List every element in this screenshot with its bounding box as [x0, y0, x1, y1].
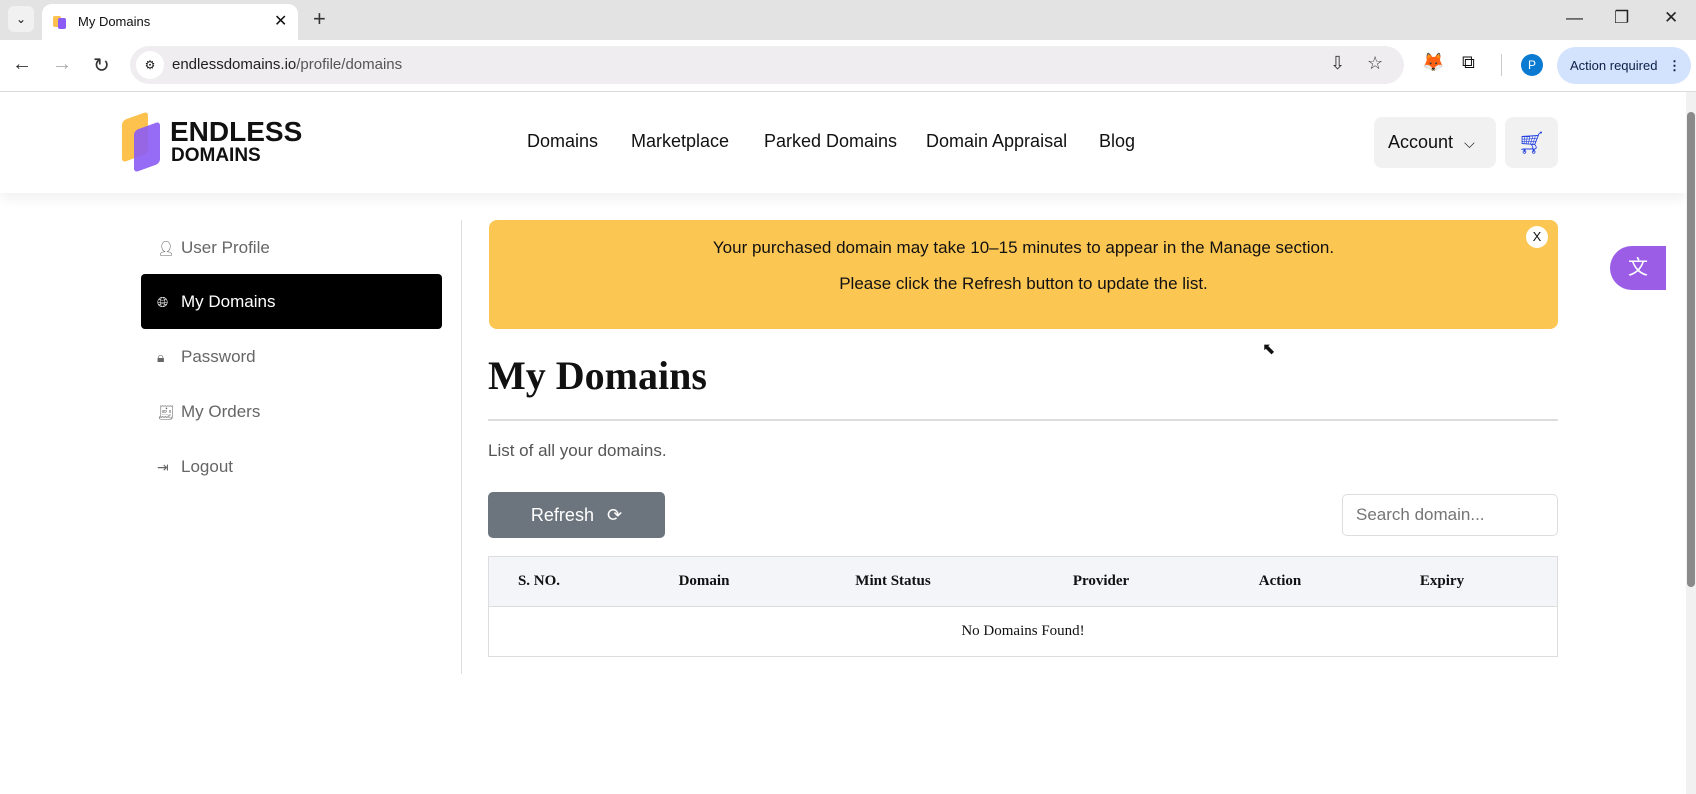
profile-avatar[interactable]: P	[1521, 54, 1543, 76]
column-header-expiry: Expiry	[1419, 573, 1465, 589]
refresh-button[interactable]: Refresh ⟳	[488, 492, 665, 538]
sidebar-item-user-profile[interactable]: 👤︎ User Profile	[157, 220, 442, 275]
close-window-icon[interactable]: ✕	[1664, 8, 1678, 28]
site-info-icon[interactable]: ⚙	[136, 51, 164, 79]
extensions-puzzle-icon[interactable]: ⧉	[1462, 52, 1475, 73]
site-favicon-icon	[53, 16, 66, 29]
sidebar-item-my-domains[interactable]: 🌐︎ My Domains	[141, 274, 442, 329]
action-required-label: Action required	[1570, 58, 1658, 73]
sidebar-item-password[interactable]: 🔒︎ Password	[157, 329, 442, 384]
site-header: ENDLESS DOMAINS Domains Marketplace Park…	[0, 92, 1686, 193]
sidebar-item-label: Logout	[181, 457, 233, 476]
column-header-mint-status: Mint Status	[855, 573, 931, 589]
url-path: /profile/domains	[296, 56, 403, 73]
domains-table: S. NO. Domain Mint Status Provider Actio…	[488, 556, 1558, 657]
minimize-icon[interactable]: —	[1566, 8, 1583, 28]
translate-icon: 文	[1628, 257, 1648, 279]
browser-tab-bar: ⌄ My Domains ✕ + — ❐ ✕	[0, 0, 1696, 40]
cart-icon: 🛒︎	[1517, 130, 1546, 155]
sidebar-item-logout[interactable]: ⇥ Logout	[157, 439, 442, 494]
url-host: endlessdomains.io	[172, 56, 297, 73]
page-subtitle: List of all your domains.	[488, 441, 667, 460]
sidebar-item-label: My Domains	[181, 292, 276, 311]
translate-button[interactable]: 文	[1610, 246, 1666, 290]
logo-mark-purple	[134, 121, 160, 173]
cart-button[interactable]: 🛒︎	[1505, 117, 1558, 168]
toolbar-divider	[1501, 54, 1502, 76]
more-menu-icon[interactable]: ⋮	[1668, 47, 1681, 84]
new-tab-icon[interactable]: +	[313, 6, 326, 32]
address-toolbar: ← → ↻ ⚙ endlessdomains.io/profile/domain…	[0, 40, 1696, 92]
page-title: My Domains	[488, 353, 707, 398]
nav-parked-domains[interactable]: Parked Domains	[764, 131, 897, 152]
reload-icon[interactable]: ↻	[93, 53, 110, 78]
sidebar-item-label: My Orders	[181, 402, 261, 421]
back-icon[interactable]: ←	[12, 53, 32, 76]
mouse-cursor-icon: ⬉	[1262, 341, 1276, 358]
bookmark-star-icon[interactable]: ☆	[1367, 53, 1383, 74]
info-banner: Your purchased domain may take 10–15 min…	[489, 220, 1558, 329]
action-required-button[interactable]: Action required ⋮	[1557, 47, 1691, 84]
logo-text-domains: DOMAINS	[171, 145, 261, 166]
address-bar[interactable]: ⚙ endlessdomains.io/profile/domains ⇩ ☆	[130, 46, 1404, 84]
nav-blog[interactable]: Blog	[1099, 131, 1135, 152]
chevron-down-icon: ⌵	[1464, 135, 1475, 151]
column-header-action: Action	[1258, 573, 1302, 589]
nav-domains[interactable]: Domains	[527, 131, 598, 152]
account-label: Account	[1388, 132, 1454, 152]
tab-title: My Domains	[78, 14, 151, 29]
sidebar-item-label: User Profile	[181, 238, 270, 257]
site-logo[interactable]: ENDLESS DOMAINS	[122, 111, 302, 173]
url-text: endlessdomains.io/profile/domains	[172, 56, 402, 73]
refresh-icon: ⟳	[606, 505, 623, 525]
empty-table-message: No Domains Found!	[961, 623, 1085, 639]
sidebar-divider	[461, 220, 462, 674]
scrollbar-thumb[interactable]	[1687, 112, 1695, 587]
lock-icon: 🔒︎	[157, 349, 165, 365]
sidebar-item-my-orders[interactable]: 🧾︎ My Orders	[157, 384, 442, 439]
column-header-domain: Domain	[678, 573, 730, 589]
tab-search-chevron-icon[interactable]: ⌄	[8, 6, 34, 32]
column-header-provider: Provider	[1072, 573, 1130, 589]
nav-domain-appraisal[interactable]: Domain Appraisal	[926, 131, 1067, 152]
restore-icon[interactable]: ❐	[1614, 8, 1629, 28]
orders-icon: 🧾︎	[157, 404, 175, 420]
search-domain-input[interactable]	[1342, 494, 1558, 536]
browser-tab[interactable]: My Domains ✕	[42, 4, 298, 40]
forward-icon[interactable]: →	[52, 53, 72, 76]
banner-close-button[interactable]: X	[1526, 226, 1548, 248]
logo-text-endless: ENDLESS	[170, 116, 303, 147]
logout-icon: ⇥	[157, 459, 169, 475]
nav-marketplace[interactable]: Marketplace	[631, 131, 729, 152]
banner-line-1: Your purchased domain may take 10–15 min…	[712, 238, 1335, 257]
column-header-sno: S. NO.	[517, 573, 561, 589]
close-tab-icon[interactable]: ✕	[274, 11, 287, 31]
table-header-row: S. NO. Domain Mint Status Provider Actio…	[489, 557, 1557, 607]
title-divider	[488, 419, 1558, 421]
user-icon: 👤︎	[157, 240, 175, 256]
banner-line-2: Please click the Refresh button to updat…	[839, 274, 1208, 293]
refresh-label: Refresh	[530, 505, 594, 525]
sidebar-item-label: Password	[181, 347, 256, 366]
install-app-icon[interactable]: ⇩	[1330, 53, 1345, 74]
metamask-extension-icon[interactable]: 🦊	[1422, 52, 1444, 73]
globe-icon: 🌐︎	[157, 294, 169, 310]
account-dropdown-button[interactable]: Account ⌵	[1374, 117, 1496, 168]
